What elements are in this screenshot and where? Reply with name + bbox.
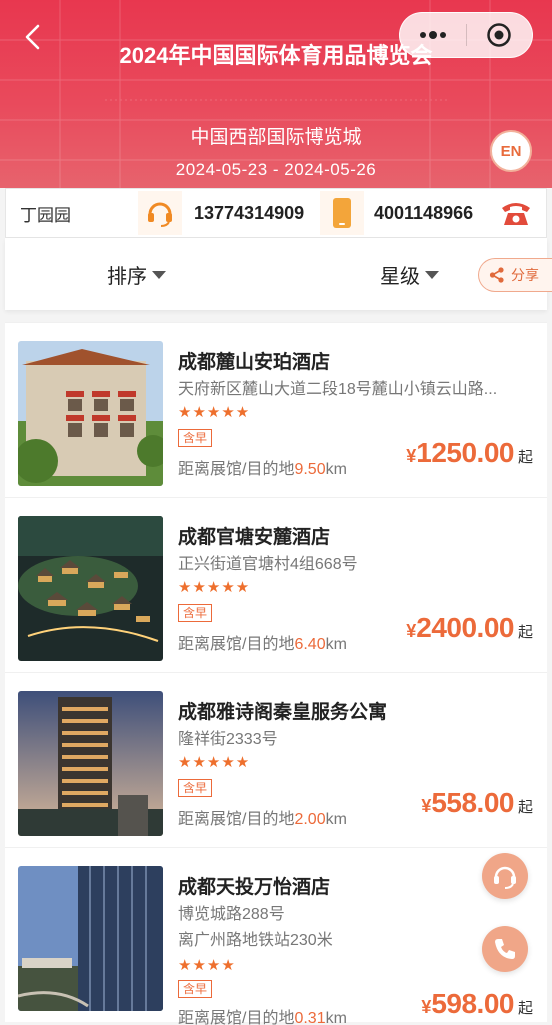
- hotel-card[interactable]: 成都天投万怡酒店 博览城路288号 离广州路地铁站230米 ★★★★ 含早 距离…: [5, 847, 547, 1025]
- distance-unit: km: [325, 811, 347, 828]
- hotel-address: 正兴街道官塘村4组668号: [178, 556, 358, 573]
- star-label: 星级: [380, 266, 420, 288]
- contact-mobile[interactable]: 13774314909: [194, 203, 304, 224]
- distance-value: 0.31: [294, 1010, 326, 1025]
- miniprogram-capsule: [399, 12, 533, 58]
- hotel-price: ¥ 598.00 起: [421, 988, 533, 1020]
- price-suffix: 起: [517, 449, 533, 466]
- mobile-phone-icon: [333, 198, 351, 228]
- hotel-distance: 距离展馆/目的地2.00km: [178, 805, 347, 829]
- currency-symbol: ¥: [421, 796, 432, 816]
- distance-value: 9.50: [294, 461, 326, 478]
- target-icon: [487, 23, 511, 47]
- mobile-phone-button[interactable]: [320, 191, 364, 235]
- hotel-distance: 距离展馆/目的地0.31km: [178, 1004, 347, 1025]
- hotel-name: 成都官塘安麓酒店: [178, 527, 331, 548]
- hotel-distance: 距离展馆/目的地6.40km: [178, 630, 347, 654]
- price-suffix: 起: [517, 799, 533, 816]
- price-amount: 558.00: [431, 787, 514, 818]
- headset-button[interactable]: [138, 191, 182, 235]
- caret-down-icon: [152, 270, 166, 279]
- hotel-distance: 距离展馆/目的地9.50km: [178, 455, 347, 479]
- hotel-photo: [18, 691, 163, 836]
- sort-label: 排序: [107, 266, 147, 288]
- share-icon: [489, 267, 504, 283]
- hotel-address: 博览城路288号: [178, 906, 285, 923]
- distance-label: 距离展馆/目的地: [178, 461, 295, 478]
- hotel-card[interactable]: 成都雅诗阁秦皇服务公寓 隆祥街2333号 ★★★★★ 含早 距离展馆/目的地2.…: [5, 672, 547, 847]
- hotel-photo: [18, 866, 163, 1011]
- hotel-metro-info: 离广州路地铁站230米: [178, 932, 333, 949]
- distance-label: 距离展馆/目的地: [178, 636, 295, 653]
- distance-unit: km: [325, 636, 347, 653]
- share-button[interactable]: 分享: [478, 258, 552, 292]
- hotel-price: ¥ 2400.00 起: [406, 612, 533, 644]
- star-rating: ★★★★★: [178, 753, 251, 771]
- call-icon: [495, 939, 515, 959]
- breakfast-badge: 含早: [178, 429, 213, 447]
- sort-filter-bar: 排序 星级 分享: [5, 238, 552, 310]
- hotel-name: 成都天投万怡酒店: [178, 877, 331, 898]
- customer-service-float-button[interactable]: [482, 853, 528, 899]
- telephone-icon: [502, 203, 530, 225]
- hotel-name: 成都麓山安珀酒店: [178, 352, 331, 373]
- contact-bar: 丁园园 13774314909 4001148966: [5, 188, 547, 238]
- distance-value: 2.00: [294, 811, 326, 828]
- share-label: 分享: [511, 267, 539, 283]
- distance-value: 6.40: [294, 636, 326, 653]
- hotel-list: 成都麓山安珀酒店 天府新区麓山大道二段18号麓山小镇云山路... ★★★★★ 含…: [5, 322, 547, 1025]
- distance-label: 距离展馆/目的地: [178, 811, 295, 828]
- hotel-photo: [18, 516, 163, 661]
- price-amount: 598.00: [431, 988, 514, 1019]
- hotel-name: 成都雅诗阁秦皇服务公寓: [178, 702, 388, 723]
- call-float-button[interactable]: [482, 926, 528, 972]
- breakfast-badge: 含早: [178, 604, 213, 622]
- star-rating: ★★★★★: [178, 403, 251, 421]
- price-suffix: 起: [517, 1000, 533, 1017]
- breakfast-badge: 含早: [178, 779, 213, 797]
- hotel-price: ¥ 1250.00 起: [406, 437, 533, 469]
- distance-unit: km: [325, 461, 347, 478]
- headset-icon: [148, 202, 172, 227]
- star-rating-dropdown[interactable]: 星级: [380, 260, 439, 289]
- breakfast-badge: 含早: [178, 980, 213, 998]
- more-dots-icon: [419, 31, 446, 39]
- hotel-address: 隆祥街2333号: [178, 731, 278, 748]
- star-rating: ★★★★: [178, 956, 236, 974]
- price-amount: 2400.00: [416, 612, 514, 643]
- sort-dropdown[interactable]: 排序: [107, 260, 166, 289]
- distance-unit: km: [325, 1010, 347, 1025]
- hotel-price: ¥ 558.00 起: [421, 787, 533, 819]
- price-amount: 1250.00: [416, 437, 514, 468]
- customer-service-icon: [494, 866, 516, 889]
- hotel-card[interactable]: 成都官塘安麓酒店 正兴街道官塘村4组668号 ★★★★★ 含早 距离展馆/目的地…: [5, 497, 547, 672]
- hotel-address: 天府新区麓山大道二段18号麓山小镇云山路...: [178, 381, 498, 398]
- close-miniprogram-button[interactable]: [467, 12, 533, 58]
- exhibition-dates: 2024-05-23 - 2024-05-26: [175, 160, 377, 179]
- hotel-card[interactable]: 成都麓山安珀酒店 天府新区麓山大道二段18号麓山小镇云山路... ★★★★★ 含…: [5, 322, 547, 497]
- currency-symbol: ¥: [406, 446, 417, 466]
- telephone-button[interactable]: [494, 191, 538, 235]
- price-suffix: 起: [517, 624, 533, 641]
- more-button[interactable]: [400, 12, 466, 58]
- distance-label: 距离展馆/目的地: [178, 1010, 295, 1025]
- star-rating: ★★★★★: [178, 578, 251, 596]
- currency-symbol: ¥: [421, 997, 432, 1017]
- currency-symbol: ¥: [406, 621, 417, 641]
- caret-down-icon: [425, 270, 439, 279]
- contact-name: 丁园园: [20, 205, 71, 225]
- hotel-photo: [18, 341, 163, 486]
- contact-hotline[interactable]: 4001148966: [374, 203, 473, 224]
- venue-name: 中国西部国际博览城: [190, 127, 362, 148]
- language-switch-button[interactable]: EN: [490, 130, 532, 172]
